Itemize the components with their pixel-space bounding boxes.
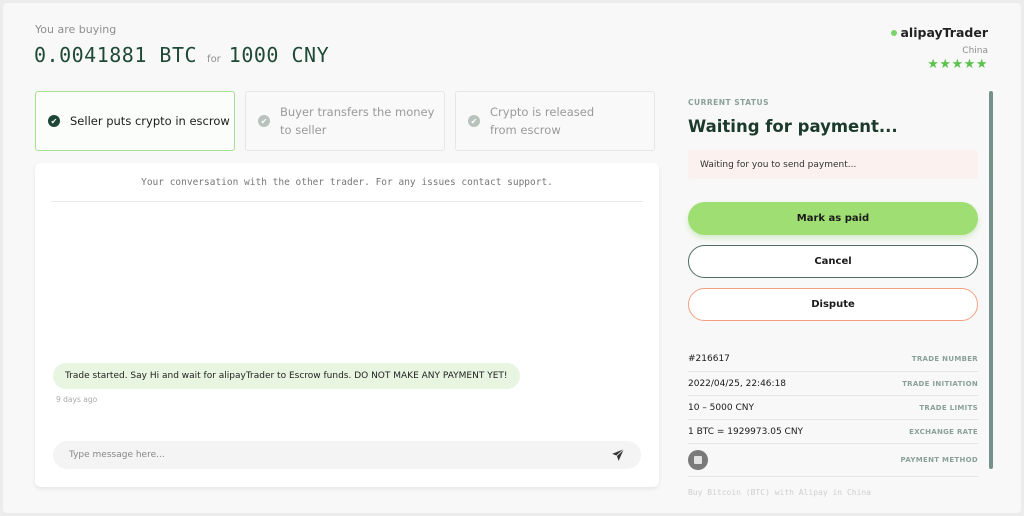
trade-initiation-label: TRADE INITIATION bbox=[902, 379, 978, 388]
status-title: Waiting for payment... bbox=[688, 117, 898, 136]
trade-number-value: #216617 bbox=[688, 353, 730, 364]
chat-intro: Your conversation with the other trader.… bbox=[141, 177, 553, 188]
trader-name[interactable]: alipayTrader bbox=[901, 25, 989, 40]
step-seller-escrow: ✔ Seller puts crypto in escrow bbox=[35, 91, 235, 151]
check-circle-icon: ✔ bbox=[48, 115, 60, 127]
status-note: Waiting for you to send payment... bbox=[688, 150, 978, 179]
detail-row-trade-limits: 10 – 5000 CNY TRADE LIMITS bbox=[688, 396, 978, 420]
crypto-amount: 0.0041881 BTC bbox=[34, 43, 198, 67]
exchange-rate-value: 1 BTC = 1929973.05 CNY bbox=[688, 426, 804, 437]
step-label: Crypto is released from escrow bbox=[490, 105, 595, 137]
trade-steps: ✔ Seller puts crypto in escrow ✔ Buyer t… bbox=[35, 91, 655, 151]
step-label: Seller puts crypto in escrow bbox=[70, 114, 230, 128]
mark-as-paid-button[interactable]: Mark as paid bbox=[688, 202, 978, 235]
send-icon[interactable] bbox=[611, 448, 625, 462]
alipay-icon bbox=[688, 450, 708, 470]
trade-page: You are buying 0.0041881 BTC for 1000 CN… bbox=[3, 3, 1021, 513]
chat-panel: Your conversation with the other trader.… bbox=[35, 163, 659, 487]
fiat-amount: 1000 CNY bbox=[228, 43, 330, 67]
message-timestamp: 9 days ago bbox=[56, 395, 98, 404]
trade-limits-value: 10 – 5000 CNY bbox=[688, 402, 754, 413]
trade-details: #216617 TRADE NUMBER 2022/04/25, 22:46:1… bbox=[688, 346, 978, 497]
status-kicker: CURRENT STATUS bbox=[688, 98, 770, 107]
detail-row-payment-method: PAYMENT METHOD bbox=[688, 444, 978, 477]
message-input-bar bbox=[53, 441, 641, 469]
trader-country: China bbox=[962, 46, 988, 56]
detail-row-exchange-rate: 1 BTC = 1929973.05 CNY EXCHANGE RATE bbox=[688, 420, 978, 444]
trade-number-label: TRADE NUMBER bbox=[911, 354, 978, 363]
check-circle-icon: ✔ bbox=[468, 115, 480, 127]
check-circle-icon: ✔ bbox=[258, 115, 270, 127]
detail-row-trade-number: #216617 TRADE NUMBER bbox=[688, 346, 978, 372]
step-label: Buyer transfers the money to seller bbox=[280, 105, 435, 137]
trade-limits-label: TRADE LIMITS bbox=[919, 403, 978, 412]
payment-description: Buy Bitcoin (BTC) with Alipay in China bbox=[688, 488, 872, 497]
rating-stars-icon: ★★★★★ bbox=[927, 57, 988, 72]
chat-divider bbox=[51, 201, 643, 202]
trade-amount: 0.0041881 BTC for 1000 CNY bbox=[34, 43, 329, 67]
trader-info: alipayTrader China ★★★★★ bbox=[890, 25, 989, 72]
step-buyer-transfer: ✔ Buyer transfers the money to seller bbox=[245, 91, 445, 151]
exchange-rate-label: EXCHANGE RATE bbox=[909, 427, 978, 436]
step-crypto-release: ✔ Crypto is released from escrow bbox=[455, 91, 655, 151]
trader-name-row[interactable]: alipayTrader bbox=[890, 25, 989, 40]
message-input[interactable] bbox=[69, 450, 611, 460]
status-panel-scrollbar[interactable] bbox=[989, 91, 993, 469]
trade-initiation-value: 2022/04/25, 22:46:18 bbox=[688, 378, 787, 389]
buying-label: You are buying bbox=[35, 23, 117, 36]
detail-row-trade-initiation: 2022/04/25, 22:46:18 TRADE INITIATION bbox=[688, 372, 978, 396]
status-panel: CURRENT STATUS Waiting for payment... Wa… bbox=[688, 91, 978, 497]
payment-method-label: PAYMENT METHOD bbox=[900, 456, 978, 464]
online-status-icon bbox=[890, 29, 897, 36]
cancel-button[interactable]: Cancel bbox=[688, 245, 978, 278]
dispute-button[interactable]: Dispute bbox=[688, 288, 978, 321]
chat-message: Trade started. Say Hi and wait for alipa… bbox=[53, 363, 520, 389]
for-label: for bbox=[207, 54, 221, 65]
